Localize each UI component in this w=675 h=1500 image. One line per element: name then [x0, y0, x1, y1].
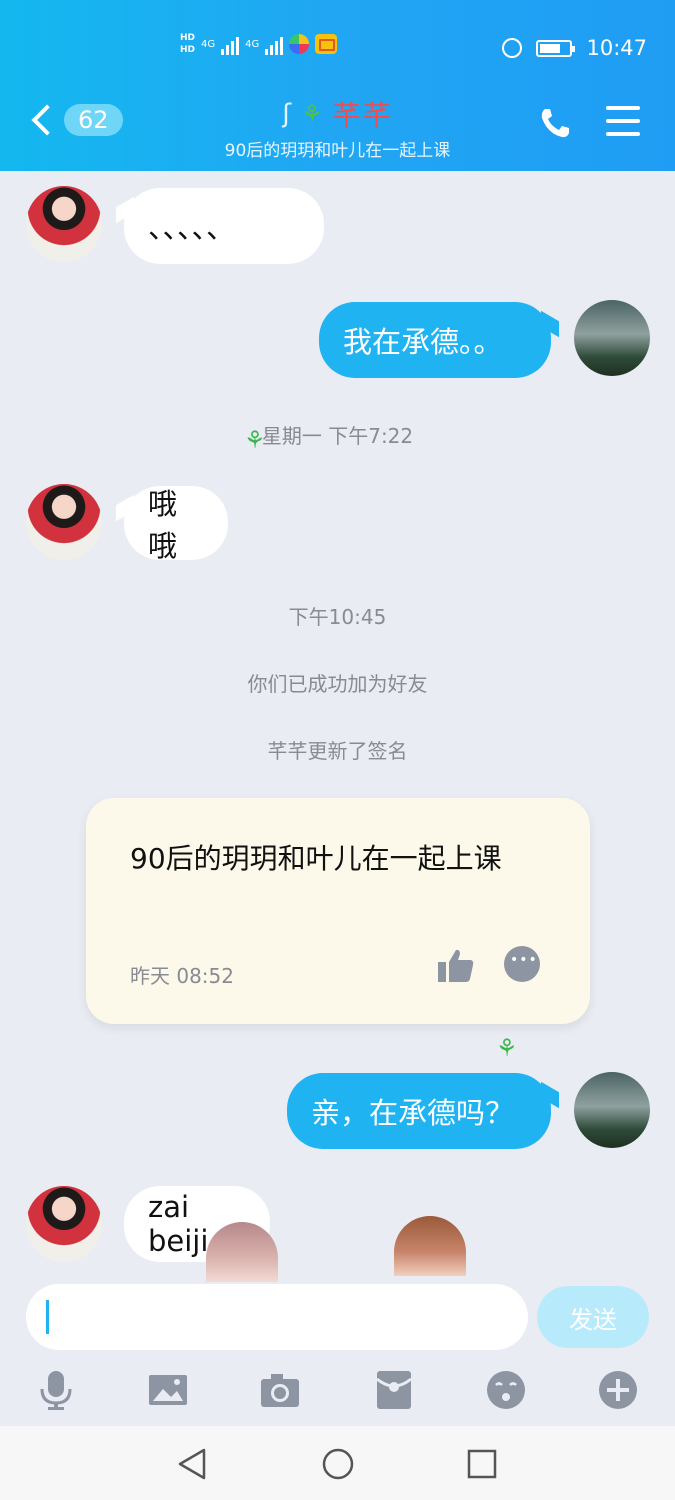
red-packet-icon[interactable] [372, 1368, 416, 1412]
nav-bar: 62 ʃ ⚘ 芊芊 90后的玥玥和叶儿在一起上课 [0, 90, 675, 161]
ear-icon: ʃ [282, 99, 292, 129]
app-notification-icon [289, 34, 310, 54]
message-input[interactable] [26, 1284, 528, 1350]
battery-icon [536, 39, 576, 57]
send-button[interactable]: 发送 [537, 1286, 649, 1348]
message-text: 、、、、、 [148, 211, 236, 245]
menu-icon[interactable] [606, 106, 640, 136]
contact-status: 90后的玥玥和叶儿在一起上课 [224, 141, 451, 161]
contact-avatar[interactable] [26, 1186, 102, 1262]
emoji-icon[interactable] [484, 1368, 528, 1412]
microphone-icon[interactable] [34, 1368, 78, 1412]
signature-text: 90后的玥玥和叶儿在一起上课 [130, 842, 502, 875]
plus-icon[interactable] [596, 1368, 640, 1412]
self-avatar[interactable] [574, 300, 650, 376]
message-text: 我在承德。。 [343, 325, 503, 359]
nav-recents-icon[interactable] [464, 1446, 500, 1482]
message-bubble-in[interactable]: 、、、、、 [124, 188, 324, 264]
timestamp: 下午10:45 [288, 605, 387, 629]
image-icon[interactable] [146, 1368, 190, 1412]
nav-home-icon[interactable] [320, 1446, 356, 1482]
phone-icon[interactable] [538, 106, 572, 140]
chat-header: HD HD 4G 4G 10:47 62 ʃ ⚘ 芊芊 90后的玥玥和叶儿在一起上… [0, 0, 675, 171]
nav-back-icon[interactable] [174, 1446, 210, 1482]
message-bubble-out[interactable]: 我在承德。。 [319, 302, 551, 378]
contact-avatar[interactable] [26, 484, 102, 560]
thumbs-up-icon[interactable] [438, 948, 474, 982]
camera-icon[interactable] [258, 1368, 302, 1412]
sprout-icon: ⚘ [496, 1034, 518, 1062]
sprout-icon: ⚘ [301, 100, 323, 128]
signature-time: 昨天 08:52 [130, 964, 234, 988]
contact-avatar[interactable] [26, 186, 102, 262]
message-text: 哦哦 [148, 487, 178, 563]
signal-icon-1 [221, 33, 240, 55]
text-cursor [46, 1300, 49, 1334]
input-toolbar [0, 1360, 675, 1422]
timestamp: 星期一 下午7:22 [261, 424, 414, 448]
chat-title[interactable]: ʃ ⚘ 芊芊 90后的玥玥和叶儿在一起上课 [0, 94, 675, 161]
system-navigation-bar [0, 1426, 675, 1500]
clock: 10:47 [586, 36, 647, 60]
network-label-1: 4G [201, 38, 216, 50]
signature-card[interactable]: 90后的玥玥和叶儿在一起上课 昨天 08:52 [86, 798, 590, 1024]
message-bubble-in[interactable]: 哦哦 [124, 486, 228, 563]
mail-notification-icon [315, 34, 338, 54]
sticker-character-boy [394, 1216, 466, 1276]
network-label-2: 4G [245, 38, 260, 50]
message-bubble-out[interactable]: 亲，在承德吗？ [287, 1073, 551, 1149]
hd-icon: HD HD [180, 33, 196, 55]
system-notice: 芊芊更新了签名 [267, 739, 408, 763]
signal-icon-2 [265, 33, 284, 55]
comment-icon[interactable] [504, 946, 540, 982]
self-avatar[interactable] [574, 1072, 650, 1148]
status-bar: HD HD 4G 4G 10:47 [0, 28, 675, 72]
contact-name: 芊芊 [332, 99, 393, 132]
system-notice: 你们已成功加为好友 [247, 672, 428, 696]
alarm-icon [502, 38, 523, 58]
message-text: 亲，在承德吗？ [311, 1096, 515, 1130]
